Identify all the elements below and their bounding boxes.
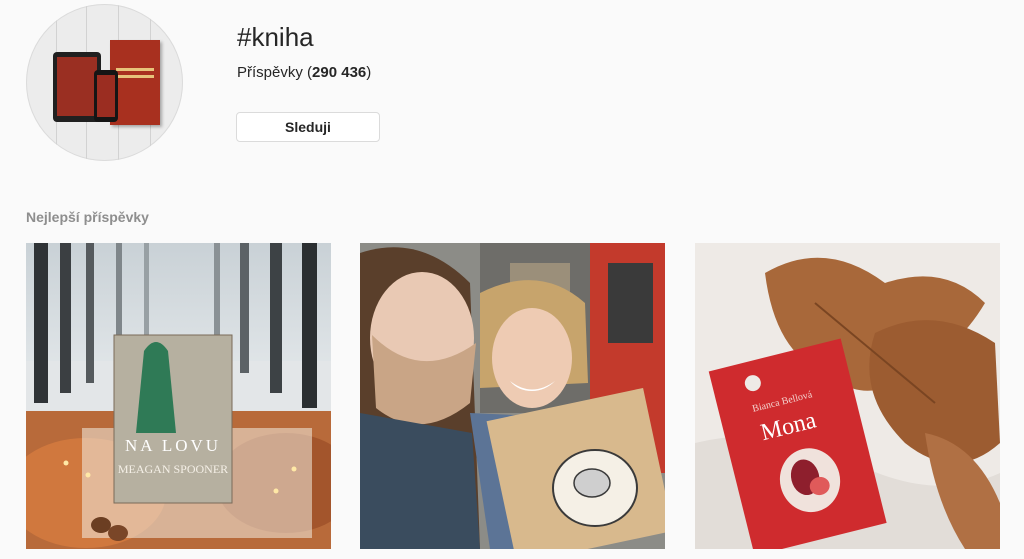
post-1-book-title: NA LOVU (125, 436, 221, 455)
top-posts-heading: Nejlepší příspěvky (26, 209, 149, 225)
post-thumbnail-1[interactable]: NA LOVU MEAGAN SPOONER (26, 243, 331, 549)
follow-button[interactable]: Sleduji (236, 112, 380, 142)
post-2-image (360, 243, 665, 549)
post-thumbnail-3[interactable]: Bianca Bellová Mona (695, 243, 1000, 549)
post-1-book-author: MEAGAN SPOONER (118, 462, 228, 476)
post-3-image: Bianca Bellová Mona (695, 243, 1000, 549)
phone-image (94, 70, 118, 122)
post-thumbnail-2[interactable] (360, 243, 665, 549)
hashtag-title: #kniha (237, 22, 314, 52)
hashtag-avatar (26, 4, 183, 161)
posts-label: Příspěvky (237, 64, 303, 81)
posts-count: 290 436 (312, 64, 367, 81)
post-1-image: NA LOVU MEAGAN SPOONER (26, 243, 331, 549)
posts-count-line: Příspěvky (290 436) (237, 64, 372, 81)
